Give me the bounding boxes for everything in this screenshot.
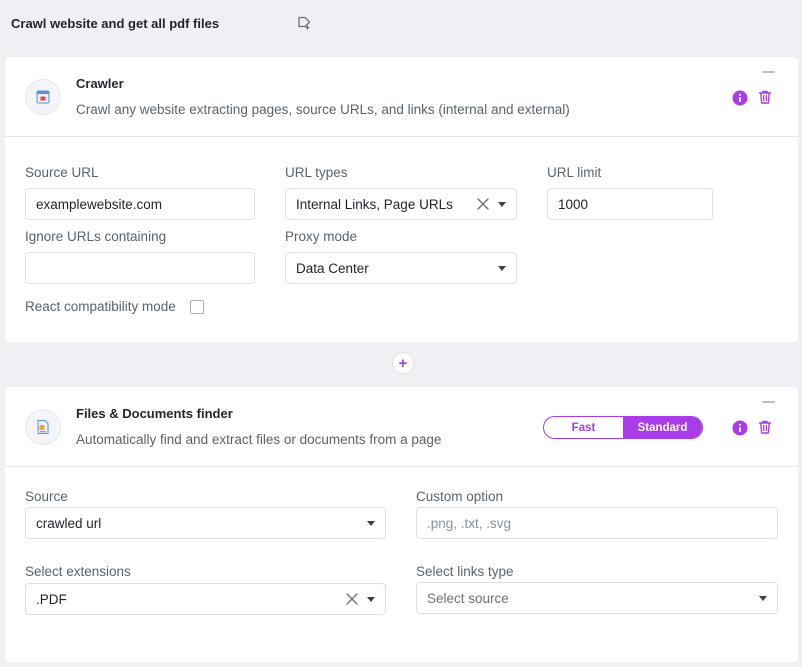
extensions-select[interactable]: .PDF — [25, 583, 386, 615]
source-label: Source — [25, 489, 68, 504]
document-icon — [37, 420, 49, 434]
extensions-label: Select extensions — [25, 564, 131, 579]
add-step-button[interactable]: + — [392, 352, 414, 374]
chevron-down-icon[interactable] — [367, 596, 375, 602]
finder-title: Files & Documents finder — [76, 406, 233, 421]
trash-icon[interactable] — [757, 89, 773, 105]
custom-option-label: Custom option — [416, 489, 504, 504]
custom-option-placeholder: .png, .txt, .svg — [427, 515, 512, 531]
chevron-down-icon[interactable] — [367, 520, 375, 526]
finder-card: Files & Documents finder Automatically f… — [5, 387, 798, 662]
crawler-card: Crawler Crawl any website extracting pag… — [5, 57, 798, 342]
proxy-mode-select[interactable]: Data Center — [285, 252, 517, 284]
finder-description: Automatically find and extract files or … — [76, 432, 442, 447]
crawler-card-header: Crawler Crawl any website extracting pag… — [5, 57, 798, 137]
info-icon[interactable] — [732, 90, 748, 106]
finder-avatar — [25, 409, 61, 445]
page-header: Crawl website and get all pdf files — [11, 13, 219, 33]
source-url-value: examplewebsite.com — [36, 196, 163, 212]
react-mode-checkbox[interactable] — [190, 300, 204, 314]
chevron-down-icon[interactable] — [498, 265, 506, 271]
clear-icon[interactable] — [345, 592, 359, 606]
chevron-down-icon[interactable] — [759, 595, 767, 601]
url-types-select[interactable]: Internal Links, Page URLs — [285, 188, 517, 220]
url-limit-input[interactable]: 1000 — [547, 188, 713, 220]
proxy-mode-value: Data Center — [296, 260, 369, 276]
trash-icon[interactable] — [757, 419, 773, 435]
source-url-label: Source URL — [25, 165, 99, 180]
url-types-value: Internal Links, Page URLs — [296, 196, 453, 212]
links-type-placeholder: Select source — [427, 590, 509, 606]
collapse-icon[interactable] — [762, 401, 775, 403]
extensions-value: .PDF — [36, 591, 67, 607]
chevron-down-icon[interactable] — [498, 201, 506, 207]
page-title: Crawl website and get all pdf files — [11, 15, 220, 31]
mode-fast-button[interactable]: Fast — [544, 417, 623, 438]
ignore-urls-label: Ignore URLs containing — [25, 229, 167, 244]
clear-icon[interactable] — [476, 197, 490, 211]
url-types-label: URL types — [285, 165, 348, 180]
links-type-select[interactable]: Select source — [416, 582, 778, 614]
crawler-title: Crawler — [76, 76, 124, 91]
finder-card-header: Files & Documents finder Automatically f… — [5, 387, 798, 467]
react-mode-label: React compatibility mode — [25, 299, 176, 314]
source-value: crawled url — [36, 515, 102, 531]
url-limit-label: URL limit — [547, 165, 602, 180]
rename-tag-icon[interactable] — [296, 15, 312, 31]
collapse-icon[interactable] — [762, 71, 775, 73]
ignore-urls-input[interactable] — [25, 252, 255, 284]
mode-toggle: Fast Standard — [543, 416, 703, 439]
custom-option-input[interactable]: .png, .txt, .svg — [416, 507, 778, 539]
crawler-avatar — [25, 79, 61, 115]
crawler-description: Crawl any website extracting pages, sour… — [76, 102, 570, 117]
url-limit-value: 1000 — [558, 196, 589, 212]
links-type-label: Select links type — [416, 564, 514, 579]
mode-standard-button[interactable]: Standard — [623, 417, 702, 438]
source-select[interactable]: crawled url — [25, 507, 386, 539]
proxy-mode-label: Proxy mode — [285, 229, 358, 244]
source-url-input[interactable]: examplewebsite.com — [25, 188, 255, 220]
spider-bug-icon — [36, 90, 50, 104]
info-icon[interactable] — [732, 420, 748, 436]
